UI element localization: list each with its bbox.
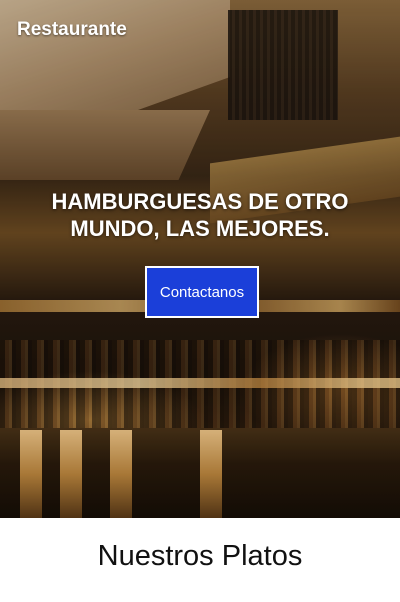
hero-overlay <box>0 0 400 518</box>
section-title: Nuestros Platos <box>97 540 303 572</box>
dishes-section: Nuestros Platos <box>0 518 400 602</box>
brand-logo-text[interactable]: Restaurante <box>17 19 127 41</box>
hero-headline: HAMBURGUESAS DE OTRO MUNDO, LAS MEJORES. <box>51 189 349 241</box>
contact-button[interactable]: Contactanos <box>145 266 259 318</box>
hero-section: Restaurante HAMBURGUESAS DE OTRO MUNDO, … <box>0 0 400 518</box>
